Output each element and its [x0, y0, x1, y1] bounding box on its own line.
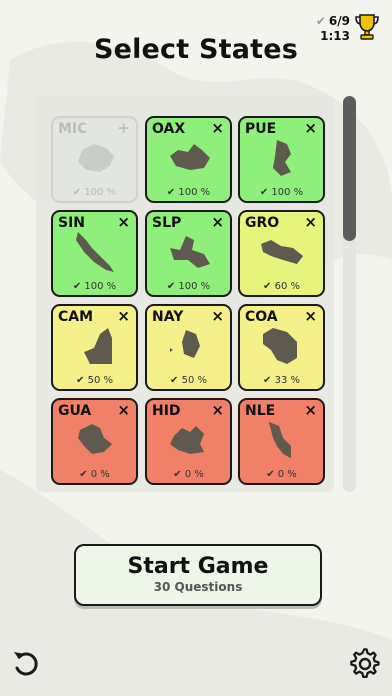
check-icon: ✔: [173, 469, 185, 480]
state-card-oax[interactable]: OAX × ✔ 100 %: [145, 116, 232, 203]
state-card-hid[interactable]: HID × ✔ 0 %: [145, 398, 232, 485]
page-title: Select States: [93, 34, 299, 65]
state-code: NLE: [245, 403, 276, 419]
start-game-label: Start Game: [127, 554, 269, 579]
remove-icon[interactable]: ×: [304, 401, 317, 419]
check-icon: ✔: [315, 14, 326, 28]
state-shape-gro: [261, 240, 303, 264]
state-shape-coa: [263, 328, 297, 364]
check-icon: ✔: [166, 187, 179, 198]
state-accuracy: ✔ 100 %: [53, 281, 136, 292]
accuracy-value: 0 %: [90, 469, 110, 480]
state-card-slp[interactable]: SLP × ✔ 100 %: [145, 210, 232, 297]
accuracy-value: 100 %: [178, 187, 211, 198]
check-icon: ✔: [263, 281, 275, 292]
accuracy-value: 0 %: [277, 469, 297, 480]
state-shape-cam: [84, 328, 112, 364]
state-card-gua[interactable]: GUA × ✔ 0 %: [51, 398, 138, 485]
remove-icon[interactable]: ×: [304, 119, 317, 137]
remove-icon[interactable]: ×: [211, 307, 224, 325]
remove-icon[interactable]: ×: [117, 401, 130, 419]
state-shape-gua: [78, 424, 112, 454]
state-code: SIN: [58, 215, 86, 231]
state-accuracy: ✔ 50 %: [147, 375, 230, 386]
state-code: GUA: [58, 403, 92, 419]
state-shape-nay: [170, 330, 200, 358]
state-shape-oax: [170, 144, 210, 170]
state-card-nle[interactable]: NLE × ✔ 0 %: [238, 398, 325, 485]
add-icon[interactable]: +: [117, 119, 130, 137]
accuracy-value: 50 %: [181, 375, 207, 386]
check-icon: ✔: [266, 469, 278, 480]
state-accuracy: ✔ 0 %: [53, 469, 136, 480]
state-accuracy: ✔ 100 %: [240, 187, 323, 198]
state-card-nay[interactable]: NAY × ✔ 50 %: [145, 304, 232, 391]
check-icon: ✔: [72, 187, 85, 198]
state-accuracy: ✔ 0 %: [240, 469, 323, 480]
state-card-pue[interactable]: PUE × ✔ 100 %: [238, 116, 325, 203]
state-code: HID: [152, 403, 181, 419]
state-card-coa[interactable]: COA × ✔ 33 %: [238, 304, 325, 391]
check-icon: ✔: [72, 281, 85, 292]
state-shape-nle: [269, 422, 291, 458]
scrollbar-thumb[interactable]: [343, 96, 356, 241]
state-card-cam[interactable]: CAM × ✔ 50 %: [51, 304, 138, 391]
state-code: GRO: [245, 215, 280, 231]
check-icon: ✔: [170, 375, 182, 386]
state-code: MIC: [58, 121, 88, 137]
state-accuracy: ✔ 50 %: [53, 375, 136, 386]
state-card-gro[interactable]: GRO × ✔ 60 %: [238, 210, 325, 297]
state-shape-slp: [170, 236, 210, 268]
remove-icon[interactable]: ×: [304, 213, 317, 231]
state-code: COA: [245, 309, 278, 325]
state-code: SLP: [152, 215, 182, 231]
state-accuracy: ✔ 60 %: [240, 281, 323, 292]
check-icon: ✔: [79, 469, 91, 480]
state-accuracy: ✔ 0 %: [147, 469, 230, 480]
remove-icon[interactable]: ×: [211, 401, 224, 419]
check-icon: ✔: [259, 187, 272, 198]
accuracy-value: 100 %: [271, 187, 304, 198]
remove-icon[interactable]: ×: [117, 213, 130, 231]
check-icon: ✔: [263, 375, 275, 386]
state-accuracy: ✔ 100 %: [147, 187, 230, 198]
state-shape-mic: [78, 144, 114, 172]
state-code: CAM: [58, 309, 94, 325]
remove-icon[interactable]: ×: [211, 119, 224, 137]
progress-count: 6/9: [328, 14, 350, 28]
state-shape-hid: [170, 426, 204, 454]
state-card-sin[interactable]: SIN × ✔ 100 %: [51, 210, 138, 297]
accuracy-value: 60 %: [274, 281, 300, 292]
remove-icon[interactable]: ×: [117, 307, 130, 325]
accuracy-value: 50 %: [87, 375, 113, 386]
state-accuracy: ✔ 33 %: [240, 375, 323, 386]
check-icon: ✔: [166, 281, 179, 292]
question-count: 30 Questions: [153, 580, 243, 594]
state-code: PUE: [245, 121, 277, 137]
state-shape-sin: [76, 232, 114, 272]
state-code: OAX: [152, 121, 186, 137]
state-card-mic[interactable]: MIC + ✔ 100 %: [51, 116, 138, 203]
accuracy-value: 100 %: [84, 281, 117, 292]
start-game-button[interactable]: Start Game 30 Questions: [74, 544, 322, 606]
remove-icon[interactable]: ×: [211, 213, 224, 231]
gear-icon[interactable]: [349, 648, 381, 680]
states-grid: MIC + ✔ 100 % OAX × ✔ 100 % PUE × ✔ 100 % SIN × ✔ 1…: [36, 96, 334, 492]
accuracy-value: 0 %: [184, 469, 204, 480]
accuracy-value: 100 %: [178, 281, 211, 292]
state-code: NAY: [152, 309, 184, 325]
accuracy-value: 100 %: [84, 187, 117, 198]
state-accuracy: ✔ 100 %: [53, 187, 136, 198]
state-shape-pue: [273, 140, 291, 176]
undo-icon[interactable]: [10, 648, 42, 680]
accuracy-value: 33 %: [274, 375, 300, 386]
remove-icon[interactable]: ×: [304, 307, 317, 325]
check-icon: ✔: [76, 375, 88, 386]
state-accuracy: ✔ 100 %: [147, 281, 230, 292]
